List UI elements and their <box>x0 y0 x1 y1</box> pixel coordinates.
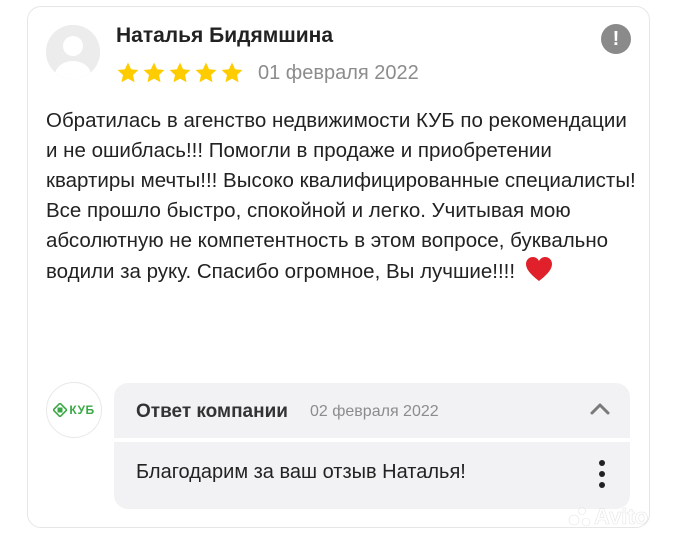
reply-date: 02 февраля 2022 <box>310 403 439 420</box>
logo-label: КУБ <box>69 403 95 417</box>
kebab-menu-icon[interactable] <box>592 458 612 490</box>
exclamation-icon[interactable]: ! <box>601 24 631 54</box>
watermark-text: Avito <box>594 504 648 529</box>
review-text: Обратилась в агенство недвижимости КУБ п… <box>46 106 636 287</box>
heart-icon <box>525 257 552 281</box>
company-logo: КУБ <box>46 382 102 438</box>
rating-stars <box>116 61 244 85</box>
star-icon <box>169 62 191 83</box>
cube-logo-icon <box>53 403 68 417</box>
avatar[interactable] <box>46 25 100 79</box>
user-silhouette-icon <box>46 25 100 79</box>
star-icon <box>143 62 165 83</box>
reply-divider <box>114 438 630 442</box>
chevron-up-icon[interactable] <box>588 398 612 420</box>
avito-watermark: Avito <box>568 504 648 529</box>
star-icon <box>195 62 217 83</box>
review-date: 01 февраля 2022 <box>258 62 419 84</box>
star-icon <box>221 62 243 83</box>
reply-heading: Ответ компании <box>136 401 288 422</box>
star-icon <box>117 62 139 83</box>
author-name[interactable]: Наталья Бидямшина <box>116 24 333 48</box>
reply-text: Благодарим за ваш отзыв Наталья! <box>136 461 466 483</box>
